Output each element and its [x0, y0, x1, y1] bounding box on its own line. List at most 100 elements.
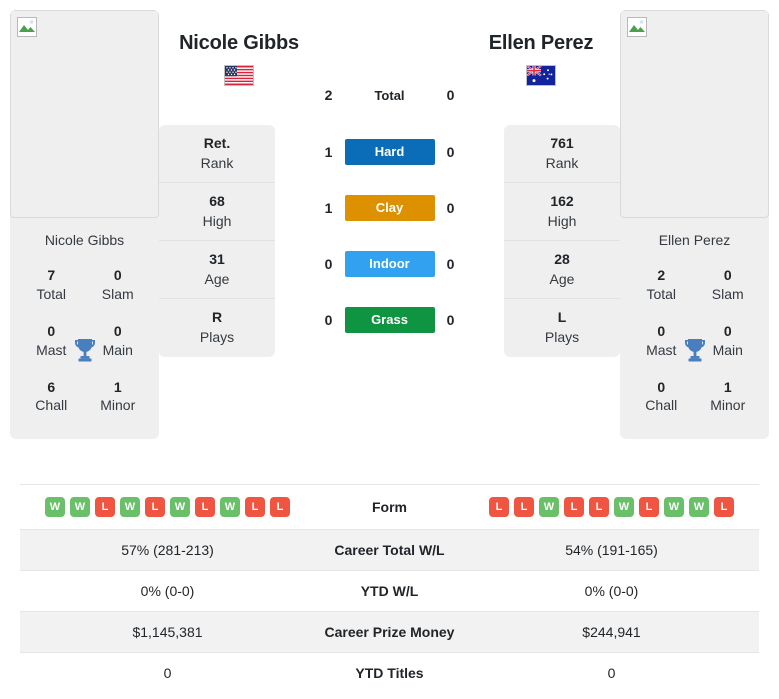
form-badge-win[interactable]: W	[539, 497, 559, 517]
left-title-minor: 1 Minor	[85, 370, 152, 426]
value: 0	[657, 378, 666, 395]
player-comparison-page: Nicole Gibbs Ellen Perez Nicole Gibbs 7 …	[0, 0, 779, 699]
form-badge-loss[interactable]: L	[145, 497, 165, 517]
label: Rank	[545, 154, 579, 171]
value: 761	[550, 134, 574, 151]
left-form-strip: WWLWLWLWLL	[24, 497, 311, 517]
form-badge-win[interactable]: W	[220, 497, 240, 517]
right-title-minor: 1 Minor	[695, 370, 762, 426]
value: 6	[47, 378, 56, 395]
right-card-player-name: Ellen Perez	[658, 232, 731, 248]
us-flag-icon	[224, 65, 254, 86]
surface-badge-hard[interactable]: Hard	[344, 139, 435, 165]
value: 0	[723, 267, 732, 283]
left-ytd-titles: 0	[163, 665, 172, 681]
form-badge-loss[interactable]: L	[95, 497, 115, 517]
form-badge-win[interactable]: W	[689, 497, 709, 517]
row-label-ytd-wl: YTD W/L	[360, 583, 419, 599]
value: 162	[550, 192, 574, 209]
left-career-wl: 57% (281-213)	[20, 529, 315, 571]
h2h-row-hard: 1 Hard 0	[301, 124, 479, 180]
form-badge-loss[interactable]: L	[489, 497, 509, 517]
h2h-left-score: 0	[324, 312, 333, 328]
right-stat-age: 28 Age	[504, 241, 620, 299]
h2h-left-score: 1	[324, 200, 333, 216]
form-badge-loss[interactable]: L	[270, 497, 290, 517]
value: 2	[657, 267, 666, 283]
table-row-career-wl: 57% (281-213) Career Total W/L 54% (191-…	[20, 529, 759, 571]
right-player-card[interactable]: Ellen Perez 2 Total 0 Slam 0 Mast 0 Main	[620, 10, 769, 440]
value: 68	[209, 192, 225, 209]
left-titles-grid: 7 Total 0 Slam 0 Mast 0 Main 6 Chall 1 M…	[10, 258, 159, 439]
right-prize-money: $244,941	[464, 611, 759, 653]
au-flag-icon	[526, 65, 556, 86]
label: Rank	[200, 154, 234, 171]
right-title-slam: 0 Slam	[695, 258, 762, 314]
value: 7	[47, 267, 56, 283]
label: High	[202, 212, 232, 229]
h2h-right-score: 0	[446, 256, 455, 272]
form-badge-loss[interactable]: L	[589, 497, 609, 517]
left-title-slam: 0 Slam	[85, 258, 152, 314]
value: 28	[554, 250, 570, 267]
form-badge-loss[interactable]: L	[245, 497, 265, 517]
right-form-strip: LLWLLWLWWL	[468, 497, 755, 517]
surface-badge-grass[interactable]: Grass	[344, 307, 435, 333]
form-badge-win[interactable]: W	[664, 497, 684, 517]
value: R	[211, 309, 223, 326]
row-label-prize-money: Career Prize Money	[315, 611, 464, 653]
h2h-row-grass: 0 Grass 0	[301, 292, 479, 348]
comparison-table: WWLWLWLWLL Form LLWLLWLWWL 57% (281-213)…	[20, 484, 759, 693]
surface-badge-clay[interactable]: Clay	[344, 195, 435, 221]
right-career-wl: 54% (191-165)	[464, 529, 759, 571]
right-stat-stack: 761 Rank 162 High 28 Age L Plays	[504, 125, 620, 357]
form-badge-loss[interactable]: L	[564, 497, 584, 517]
right-ytd-titles: 0	[607, 665, 616, 681]
right-stat-high: 162 High	[504, 183, 620, 241]
right-stat-rank: 761 Rank	[504, 125, 620, 183]
label: Total	[646, 285, 677, 302]
form-badge-win[interactable]: W	[614, 497, 634, 517]
form-badge-loss[interactable]: L	[714, 497, 734, 517]
comparison-top-area: Nicole Gibbs 7 Total 0 Slam 0 Mast 0 Mai…	[0, 0, 779, 478]
value: 0	[113, 267, 122, 283]
label: Minor	[710, 397, 746, 414]
table-row-form: WWLWLWLWLL Form LLWLLWLWWL	[20, 484, 759, 530]
form-badge-win[interactable]: W	[170, 497, 190, 517]
left-stat-rank: Ret. Rank	[159, 125, 275, 183]
trophy-icon	[683, 337, 707, 363]
right-title-total: 2 Total	[628, 258, 695, 314]
h2h-left-score: 1	[324, 144, 333, 160]
value: Ret.	[203, 134, 231, 151]
right-form-cell: LLWLLWLWWL	[464, 485, 759, 530]
form-badge-win[interactable]: W	[120, 497, 140, 517]
trophy-icon	[73, 337, 97, 363]
h2h-right-score: 0	[446, 144, 455, 160]
form-badge-loss[interactable]: L	[514, 497, 534, 517]
label: Plays	[199, 329, 235, 345]
row-label-form: Form	[372, 499, 407, 515]
h2h-label-total: Total	[374, 87, 405, 103]
left-player-name: Nicole Gibbs	[179, 32, 299, 54]
form-badge-win[interactable]: W	[45, 497, 65, 517]
table-row-prize-money: $1,145,381 Career Prize Money $244,941	[20, 611, 759, 653]
label: Plays	[544, 329, 580, 345]
h2h-row-total: 2 Total 0	[301, 66, 479, 124]
left-player-card[interactable]: Nicole Gibbs 7 Total 0 Slam 0 Mast 0 Mai…	[10, 10, 159, 440]
left-form-cell: WWLWLWLWLL	[20, 485, 315, 530]
right-player-photo	[620, 10, 769, 218]
surface-badge-indoor[interactable]: Indoor	[344, 251, 435, 277]
left-stat-plays: R Plays	[159, 299, 275, 357]
label: Chall	[35, 397, 68, 414]
form-badge-loss[interactable]: L	[639, 497, 659, 517]
form-badge-win[interactable]: W	[70, 497, 90, 517]
table-row-ytd-titles: 0 YTD Titles 0	[20, 652, 759, 694]
broken-image-icon	[627, 17, 647, 37]
left-title-total: 7 Total	[18, 258, 85, 314]
right-title-chall: 0 Chall	[628, 370, 695, 426]
left-ytd-wl: 0% (0-0)	[140, 583, 195, 599]
h2h-row-indoor: 0 Indoor 0	[301, 236, 479, 292]
value: L	[557, 309, 567, 326]
form-badge-loss[interactable]: L	[195, 497, 215, 517]
left-player-photo	[10, 10, 159, 218]
